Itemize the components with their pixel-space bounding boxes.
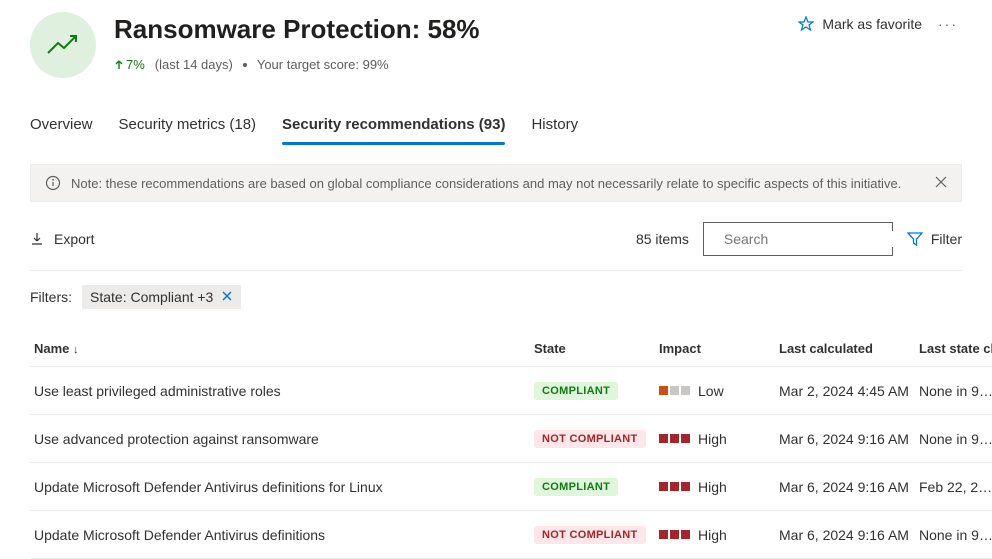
export-button[interactable]: Export [30,231,94,247]
tab-history[interactable]: History [531,106,578,145]
row-change: None in 90 d [915,367,992,415]
items-count: 85 items [636,231,689,247]
page-title: Ransomware Protection: 58% [114,14,780,45]
row-name: Update Microsoft Defender Antivirus defi… [30,463,530,511]
filters-label: Filters: [30,289,72,305]
sort-desc-icon: ↓ [73,344,79,356]
table-row[interactable]: Use least privileged administrative role… [30,367,992,415]
row-name: Use advanced protection against ransomwa… [30,415,530,463]
download-icon [30,232,44,246]
row-calculated: Mar 6, 2024 9:16 AM [775,415,915,463]
more-actions-button[interactable]: ··· [934,16,962,32]
row-change: None in 90 d [915,511,992,559]
filter-label: Filter [931,231,962,247]
tab-security-recommendations-93[interactable]: Security recommendations (93) [282,106,505,145]
col-header-calculated[interactable]: Last calculated [775,331,915,367]
row-impact: Low [655,367,775,415]
search-box[interactable] [703,222,893,256]
col-header-change[interactable]: Last state ch [915,331,992,367]
row-calculated: Mar 6, 2024 9:16 AM [775,463,915,511]
export-label: Export [54,231,94,247]
row-impact: High [655,463,775,511]
col-header-name[interactable]: Name ↓ [30,331,530,367]
close-icon[interactable] [935,176,947,191]
filter-chip-state[interactable]: State: Compliant +3 [82,285,241,309]
filter-icon [907,231,923,247]
info-note-bar: Note: these recommendations are based on… [30,164,962,202]
col-header-impact[interactable]: Impact [655,331,775,367]
table-row[interactable]: Update Microsoft Defender Antivirus defi… [30,463,992,511]
note-text: Note: these recommendations are based on… [71,176,925,191]
table-row[interactable]: Update Microsoft Defender Antivirus defi… [30,511,992,559]
row-state: COMPLIANT [530,367,655,415]
arrow-up-icon [114,60,124,70]
delta-badge: 7% [114,57,145,72]
row-state: COMPLIANT [530,463,655,511]
remove-filter-icon[interactable] [221,289,233,305]
row-change: Feb 22, 2024 [915,463,992,511]
star-icon [798,16,814,32]
row-change: None in 90 d [915,415,992,463]
row-calculated: Mar 2, 2024 4:45 AM [775,367,915,415]
table-row[interactable]: Use advanced protection against ransomwa… [30,415,992,463]
tab-security-metrics-18[interactable]: Security metrics (18) [119,106,257,145]
row-state: NOT COMPLIANT [530,511,655,559]
row-impact: High [655,415,775,463]
filter-button[interactable]: Filter [907,231,962,247]
delta-range: (last 14 days) [155,57,233,72]
filter-chip-label: State: Compliant +3 [90,289,213,305]
favorite-label: Mark as favorite [822,16,922,32]
col-header-state[interactable]: State [530,331,655,367]
row-name: Update Microsoft Defender Antivirus defi… [30,511,530,559]
separator-dot [243,63,247,67]
row-impact: High [655,511,775,559]
tab-overview[interactable]: Overview [30,106,93,145]
row-name: Use least privileged administrative role… [30,367,530,415]
target-score: Your target score: 99% [257,57,389,72]
trend-up-icon [30,12,96,78]
mark-favorite-button[interactable]: Mark as favorite [798,16,922,32]
row-state: NOT COMPLIANT [530,415,655,463]
search-input[interactable] [724,231,905,247]
row-calculated: Mar 6, 2024 9:16 AM [775,511,915,559]
info-icon [45,175,61,191]
delta-value: 7% [126,57,145,72]
